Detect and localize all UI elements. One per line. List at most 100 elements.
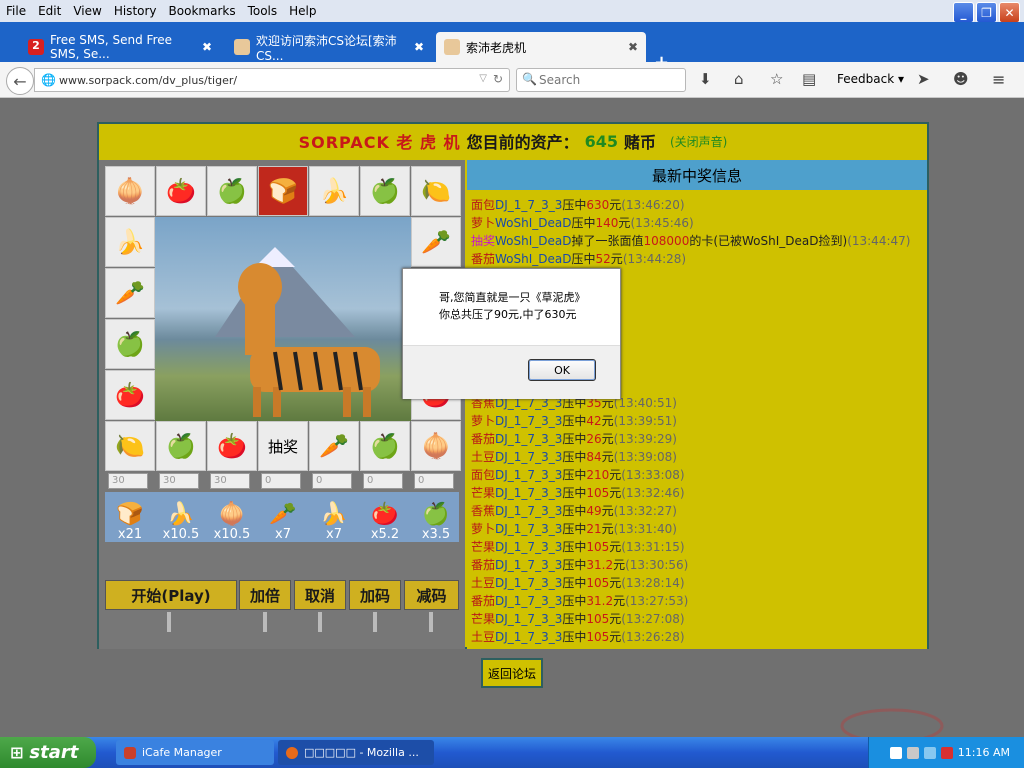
download-icon[interactable]: ⬇ [699, 70, 712, 88]
restore-button[interactable]: ❐ [976, 2, 997, 23]
button-post [318, 612, 322, 632]
log-user[interactable]: DJ_1_7_3_3 [495, 612, 562, 626]
close-window-button[interactable]: ✕ [999, 2, 1020, 23]
tab-close-icon[interactable]: ✖ [628, 40, 638, 54]
menu-bookmarks[interactable]: Bookmarks [163, 4, 242, 18]
tray-icon[interactable] [906, 746, 919, 759]
tab-title: 索沛老虎机 [466, 40, 527, 55]
bet-input[interactable]: 0 [261, 473, 301, 489]
menu-view[interactable]: View [67, 4, 107, 18]
payout-item[interactable]: 🍞 x21 [105, 492, 155, 543]
tab-tiger[interactable]: 索沛老虎机 ✖ [436, 32, 646, 62]
carrot-icon: 🥕 [411, 217, 461, 267]
start-button[interactable]: ⊞ start [0, 737, 96, 768]
payout-item[interactable]: 🍏 x3.5 [411, 492, 461, 543]
log-time: (13:32:46) [621, 486, 685, 500]
shield-icon[interactable] [940, 746, 953, 759]
bananas-icon: 🍌 [320, 502, 348, 527]
bet-input[interactable]: 0 [312, 473, 352, 489]
log-user[interactable]: DJ_1_7_3_3 [495, 558, 562, 572]
log-user[interactable]: WoShI_DeaD [495, 234, 571, 248]
log-item-name: 面包 [471, 198, 496, 212]
log-unit: 元 [601, 414, 614, 428]
bet-input[interactable]: 30 [210, 473, 250, 489]
payout-item[interactable]: 🧅 x10.5 [207, 492, 257, 543]
log-user[interactable]: DJ_1_7_3_3 [495, 630, 562, 644]
log-verb: 压中 [562, 450, 587, 464]
log-user[interactable]: WoShI_DeaD [495, 252, 571, 266]
log-amount: 52 [595, 252, 611, 266]
ok-button[interactable]: OK [528, 359, 596, 381]
payout-item[interactable]: 🍌 x10.5 [156, 492, 206, 543]
back-to-forum-button[interactable]: 返回论坛 [481, 658, 543, 688]
bet-input[interactable]: 0 [363, 473, 403, 489]
log-unit: 元 [618, 216, 631, 230]
smiley-icon[interactable]: ☻ [953, 70, 969, 88]
log-user[interactable]: WoShI_DeaD [495, 216, 571, 230]
reading-list-icon[interactable]: ▤ [802, 70, 816, 88]
log-user[interactable]: DJ_1_7_3_3 [495, 504, 562, 518]
log-user[interactable]: DJ_1_7_3_3 [495, 414, 562, 428]
menu-history[interactable]: History [108, 4, 163, 18]
add-bet-button[interactable]: 加码 [349, 580, 401, 610]
payout-item[interactable]: 🥕 x7 [258, 492, 308, 543]
menu-file[interactable]: File [0, 4, 32, 18]
log-row: 芒果DJ_1_7_3_3压中105元(13:32:46) [471, 484, 685, 501]
payout-item[interactable]: 🍅 x5.2 [360, 492, 410, 543]
bread-icon: 🍞 [116, 502, 144, 527]
double-button[interactable]: 加倍 [239, 580, 291, 610]
onion-icon: 🧅 [218, 502, 246, 527]
tab-close-icon[interactable]: ✖ [414, 40, 424, 54]
tab-free-sms[interactable]: 2 Free SMS, Send Free SMS, Se... ✖ [20, 32, 220, 62]
log-row: 萝卜DJ_1_7_3_3压中21元(13:31:40) [471, 520, 677, 537]
tray-icon[interactable] [923, 746, 936, 759]
send-icon[interactable]: ➤ [917, 70, 930, 88]
url-bar[interactable]: 🌐 www.sorpack.com/dv_plus/tiger/ ▽ ↻ [34, 68, 510, 92]
taskbar-item[interactable]: □□□□□ - Mozilla ... [278, 740, 434, 765]
reload-icon[interactable]: ↻ [493, 72, 503, 86]
bet-input[interactable]: 30 [159, 473, 199, 489]
log-amount: 42 [586, 414, 602, 428]
menu-help[interactable]: Help [283, 4, 322, 18]
menu-tools[interactable]: Tools [242, 4, 284, 18]
tab-title: 欢迎访问索沛CS论坛[索沛CS... [256, 33, 397, 63]
play-button[interactable]: 开始(Play) [105, 580, 237, 610]
back-button[interactable]: ← [6, 67, 34, 95]
log-user[interactable]: DJ_1_7_3_3 [495, 198, 562, 212]
feedback-button[interactable]: Feedback ▾ [837, 72, 904, 86]
log-verb: 压中 [562, 540, 587, 554]
log-user[interactable]: DJ_1_7_3_3 [495, 522, 562, 536]
home-icon[interactable]: ⌂ [734, 70, 744, 88]
payout-item[interactable]: 🍌 x7 [309, 492, 359, 543]
log-time: (13:31:40) [613, 522, 677, 536]
menu-edit[interactable]: Edit [32, 4, 67, 18]
tray-icon[interactable] [889, 746, 902, 759]
sound-toggle-link[interactable]: (关闭声音) [670, 133, 727, 150]
log-user[interactable]: DJ_1_7_3_3 [495, 576, 562, 590]
minimize-button[interactable]: _ [953, 2, 974, 23]
bet-input[interactable]: 0 [414, 473, 454, 489]
menu-bar: File Edit View History Bookmarks Tools H… [0, 0, 323, 22]
log-unit: 元 [609, 198, 622, 212]
menu-hamburger-icon[interactable]: ≡ [992, 70, 1005, 89]
log-user[interactable]: DJ_1_7_3_3 [495, 468, 562, 482]
tab-close-icon[interactable]: ✖ [202, 40, 212, 54]
carrot-icon: 🥕 [105, 268, 155, 318]
log-user[interactable]: DJ_1_7_3_3 [495, 450, 562, 464]
tab-strip: 2 Free SMS, Send Free SMS, Se... ✖ 欢迎访问索… [0, 22, 1024, 73]
banana-icon: 🍌 [167, 502, 195, 527]
log-user[interactable]: DJ_1_7_3_3 [495, 432, 562, 446]
taskbar: ⊞ start iCafe Manager □□□□□ - Mozilla ..… [0, 737, 1024, 768]
search-input[interactable]: 🔍 Search [516, 68, 686, 92]
dropdown-icon[interactable]: ▽ [479, 73, 487, 84]
log-user[interactable]: DJ_1_7_3_3 [495, 594, 562, 608]
taskbar-item[interactable]: iCafe Manager [116, 740, 274, 765]
log-user[interactable]: DJ_1_7_3_3 [495, 540, 562, 554]
log-user[interactable]: DJ_1_7_3_3 [495, 486, 562, 500]
bet-input[interactable]: 30 [108, 473, 148, 489]
bookmark-star-icon[interactable]: ☆ [770, 70, 783, 88]
reduce-bet-button[interactable]: 减码 [404, 580, 459, 610]
tomato-icon: 🍅 [207, 421, 257, 471]
cancel-button[interactable]: 取消 [294, 580, 346, 610]
tab-forum[interactable]: 欢迎访问索沛CS论坛[索沛CS... ✖ [226, 32, 432, 63]
